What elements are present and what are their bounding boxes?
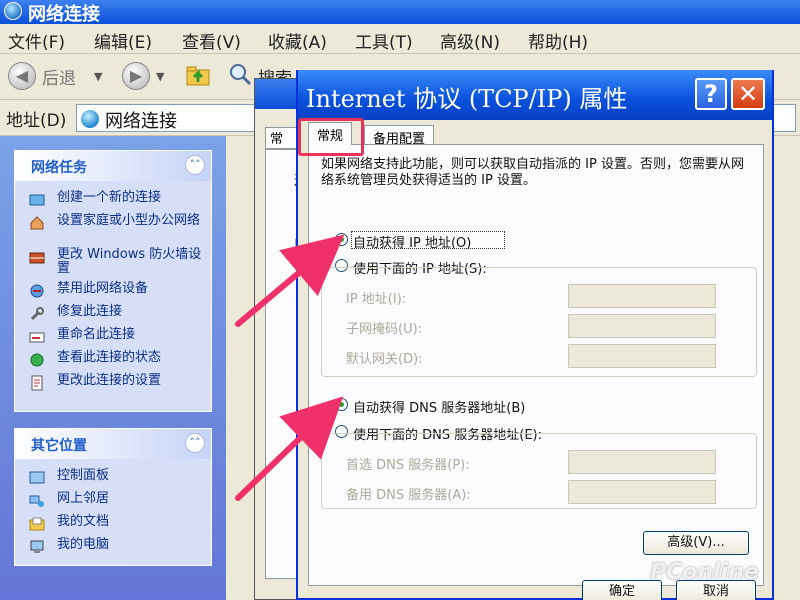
dialog-title-bar[interactable]: Internet 协议 (TCP/IP) 属性 ? ✕ xyxy=(298,70,772,120)
place-control-panel[interactable]: 控制面板 xyxy=(15,467,211,490)
task-firewall[interactable]: 更改 Windows 防火墙设置 xyxy=(15,246,211,280)
task-create-connection[interactable]: 创建一个新的连接 xyxy=(15,189,211,212)
other-places-header[interactable]: 其它位置 ˄˄ xyxy=(15,429,211,459)
task-label: 重命名此连接 xyxy=(57,327,136,342)
place-network-neighborhood[interactable]: 网上邻居 xyxy=(15,490,211,513)
explorer-title-bar[interactable]: 网络连接 xyxy=(0,0,800,25)
menu-advanced[interactable]: 高级(N) xyxy=(440,28,500,53)
collapse-chevron-icon[interactable]: ˄˄ xyxy=(185,433,205,453)
other-places-title: 其它位置 xyxy=(31,438,87,454)
help-button[interactable]: ? xyxy=(695,78,727,110)
address-label: 地址(D) xyxy=(6,111,67,131)
subnet-mask-field xyxy=(568,314,716,338)
forward-dropdown-icon[interactable]: ▼ xyxy=(156,70,164,83)
task-label: 修复此连接 xyxy=(57,304,123,319)
folder-up-icon[interactable] xyxy=(186,64,210,86)
ip-manual-group: IP 地址(I): 子网掩码(U): 默认网关(D): xyxy=(321,267,757,377)
settings-document-icon xyxy=(31,375,43,391)
other-places-panel: 其它位置 ˄˄ 控制面板 网上邻居 我的文档 我的电脑 xyxy=(14,428,212,566)
collapse-chevron-icon[interactable]: ˄˄ xyxy=(185,155,205,175)
menu-edit[interactable]: 编辑(E) xyxy=(94,28,152,53)
close-button[interactable]: ✕ xyxy=(731,78,765,110)
ip-auto-label[interactable]: 自动获得 IP 地址(O) xyxy=(353,232,471,251)
explorer-title: 网络连接 xyxy=(28,4,100,25)
task-label: 查看此连接的状态 xyxy=(57,350,162,365)
address-value: 网络连接 xyxy=(105,111,177,132)
dns-preferred-field xyxy=(568,450,716,474)
dns-auto-label[interactable]: 自动获得 DNS 服务器地址(B) xyxy=(353,397,525,416)
tab-highlight-box xyxy=(298,118,364,156)
status-icon xyxy=(30,353,44,367)
gateway-field xyxy=(568,344,716,368)
gateway-label: 默认网关(D): xyxy=(346,352,423,367)
network-tasks-header[interactable]: 网络任务 ˄˄ xyxy=(15,151,211,181)
menu-bar: 文件(F) 编辑(E) 查看(V) 收藏(A) 工具(T) 高级(N) 帮助(H… xyxy=(0,24,800,54)
control-panel-icon xyxy=(29,471,45,484)
close-icon: ✕ xyxy=(737,80,759,108)
ip-address-label: IP 地址(I): xyxy=(346,292,407,307)
dns-preferred-label: 首选 DNS 服务器(P): xyxy=(346,458,470,473)
rename-icon xyxy=(29,332,45,343)
back-dropdown-icon[interactable]: ▼ xyxy=(94,70,102,83)
dialog-title: Internet 协议 (TCP/IP) 属性 xyxy=(306,85,628,113)
general-tab-page: 如果网络支持此功能，则可以获取自动指派的 IP 设置。否则，您需要从网络系统管理… xyxy=(308,144,764,586)
forward-arrow-icon[interactable]: ▶ xyxy=(122,62,150,90)
network-tasks-panel: 网络任务 ˄˄ 创建一个新的连接 设置家庭或小型办公网络 更改 Windows … xyxy=(14,150,212,412)
menu-help[interactable]: 帮助(H) xyxy=(528,28,588,53)
new-connection-icon xyxy=(29,194,45,206)
network-neighborhood-icon xyxy=(29,495,44,507)
dns-alternate-label: 备用 DNS 服务器(A): xyxy=(346,488,471,503)
menu-favorites[interactable]: 收藏(A) xyxy=(268,28,327,53)
task-home-network[interactable]: 设置家庭或小型办公网络 xyxy=(15,212,211,246)
my-documents-icon xyxy=(29,517,45,531)
menu-file[interactable]: 文件(F) xyxy=(8,28,65,53)
place-label: 控制面板 xyxy=(57,468,110,483)
task-label: 设置家庭或小型办公网络 xyxy=(57,213,201,228)
disable-device-icon xyxy=(30,284,44,298)
task-disable-device[interactable]: 禁用此网络设备 xyxy=(15,280,211,303)
ip-auto-radio[interactable] xyxy=(335,233,348,246)
back-label[interactable]: 后退 xyxy=(42,64,76,89)
back-arrow-icon[interactable]: ◀ xyxy=(8,62,36,90)
place-my-computer[interactable]: 我的电脑 xyxy=(15,536,211,559)
place-label: 网上邻居 xyxy=(57,491,110,506)
search-icon[interactable] xyxy=(228,62,252,86)
my-computer-icon xyxy=(30,540,44,553)
task-label: 更改 Windows 防火墙设置 xyxy=(57,247,202,276)
subnet-mask-label: 子网掩码(U): xyxy=(346,322,423,337)
dns-manual-group: 首选 DNS 服务器(P): 备用 DNS 服务器(A): xyxy=(321,433,757,509)
network-connections-icon xyxy=(4,2,22,20)
firewall-icon xyxy=(29,252,45,264)
task-repair[interactable]: 修复此连接 xyxy=(15,303,211,326)
task-rename[interactable]: 重命名此连接 xyxy=(15,326,211,349)
task-label: 更改此连接的设置 xyxy=(57,373,162,388)
place-my-documents[interactable]: 我的文档 xyxy=(15,513,211,536)
ip-address-field xyxy=(568,284,716,308)
repair-wrench-icon xyxy=(30,307,44,321)
task-pane: 网络任务 ˄˄ 创建一个新的连接 设置家庭或小型办公网络 更改 Windows … xyxy=(0,136,226,600)
network-tasks-title: 网络任务 xyxy=(31,160,87,176)
help-icon: ? xyxy=(704,80,718,108)
tcpip-properties-dialog: Internet 协议 (TCP/IP) 属性 ? ✕ 常规 备用配置 如果网络… xyxy=(296,70,774,600)
menu-tools[interactable]: 工具(T) xyxy=(355,28,413,53)
pconline-watermark: PConline xyxy=(650,560,759,585)
dns-alternate-field xyxy=(568,480,716,504)
task-label: 创建一个新的连接 xyxy=(57,190,162,205)
home-network-icon xyxy=(30,216,44,230)
task-change-settings[interactable]: 更改此连接的设置 xyxy=(15,372,211,395)
task-label: 禁用此网络设备 xyxy=(57,281,149,296)
dns-auto-radio[interactable] xyxy=(335,398,348,411)
advanced-button[interactable]: 高级(V)... xyxy=(643,531,749,555)
network-connections-icon xyxy=(81,110,99,128)
place-label: 我的电脑 xyxy=(57,537,110,552)
dialog-description: 如果网络支持此功能，则可以获取自动指派的 IP 设置。否则，您需要从网络系统管理… xyxy=(321,157,744,188)
place-label: 我的文档 xyxy=(57,514,110,529)
menu-view[interactable]: 查看(V) xyxy=(182,28,241,53)
task-view-status[interactable]: 查看此连接的状态 xyxy=(15,349,211,372)
